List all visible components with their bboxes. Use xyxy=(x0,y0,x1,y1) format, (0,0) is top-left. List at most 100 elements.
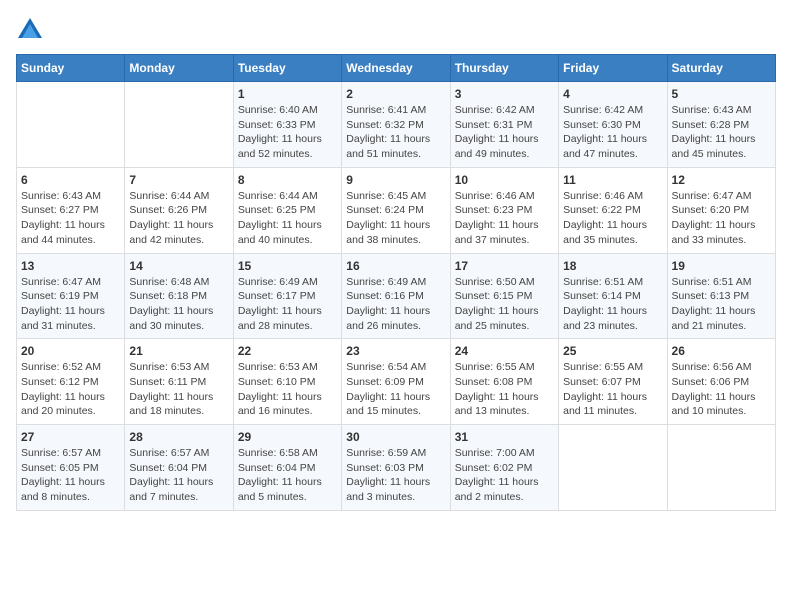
day-number: 19 xyxy=(672,259,771,273)
calendar-cell: 29Sunrise: 6:58 AMSunset: 6:04 PMDayligh… xyxy=(233,425,341,511)
week-row-2: 6 Sunrise: 6:43 AMSunset: 6:27 PMDaylight… xyxy=(17,167,776,253)
calendar-cell: 8 Sunrise: 6:44 AMSunset: 6:25 PMDaylight… xyxy=(233,167,341,253)
day-number: 9 xyxy=(346,173,445,187)
weekday-header-thursday: Thursday xyxy=(450,55,558,82)
weekday-header-row: SundayMondayTuesdayWednesdayThursdayFrid… xyxy=(17,55,776,82)
calendar-cell: 12 Sunrise: 6:47 AMSunset: 6:20 PMDayligh… xyxy=(667,167,775,253)
weekday-header-saturday: Saturday xyxy=(667,55,775,82)
logo-icon xyxy=(16,16,44,44)
calendar-cell: 2 Sunrise: 6:41 AMSunset: 6:32 PMDaylight… xyxy=(342,82,450,168)
day-number: 13 xyxy=(21,259,120,273)
day-number: 31 xyxy=(455,430,554,444)
page-header xyxy=(16,16,776,44)
day-number: 5 xyxy=(672,87,771,101)
calendar-cell: 23 Sunrise: 6:54 AMSunset: 6:09 PMDayligh… xyxy=(342,339,450,425)
calendar-cell: 28Sunrise: 6:57 AMSunset: 6:04 PMDayligh… xyxy=(125,425,233,511)
day-number: 25 xyxy=(563,344,662,358)
day-info: Sunrise: 6:48 AMSunset: 6:18 PMDaylight:… xyxy=(129,275,228,334)
calendar-cell: 22 Sunrise: 6:53 AMSunset: 6:10 PMDayligh… xyxy=(233,339,341,425)
day-info: Sunrise: 6:44 AMSunset: 6:25 PMDaylight:… xyxy=(238,189,337,248)
day-info: Sunrise: 6:55 AMSunset: 6:07 PMDaylight:… xyxy=(563,360,662,419)
day-number: 22 xyxy=(238,344,337,358)
day-info: Sunrise: 6:49 AMSunset: 6:17 PMDaylight:… xyxy=(238,275,337,334)
day-number: 11 xyxy=(563,173,662,187)
day-number: 29 xyxy=(238,430,337,444)
weekday-header-tuesday: Tuesday xyxy=(233,55,341,82)
day-number: 7 xyxy=(129,173,228,187)
calendar-cell xyxy=(667,425,775,511)
day-number: 17 xyxy=(455,259,554,273)
day-info: Sunrise: 6:40 AMSunset: 6:33 PMDaylight:… xyxy=(238,103,337,162)
calendar-cell: 7Sunrise: 6:44 AMSunset: 6:26 PMDaylight… xyxy=(125,167,233,253)
day-number: 10 xyxy=(455,173,554,187)
day-info: Sunrise: 6:54 AMSunset: 6:09 PMDaylight:… xyxy=(346,360,445,419)
day-number: 4 xyxy=(563,87,662,101)
day-number: 24 xyxy=(455,344,554,358)
day-number: 14 xyxy=(129,259,228,273)
calendar-cell: 26 Sunrise: 6:56 AMSunset: 6:06 PMDayligh… xyxy=(667,339,775,425)
day-number: 6 xyxy=(21,173,120,187)
calendar-cell xyxy=(559,425,667,511)
calendar-cell: 1 Sunrise: 6:40 AMSunset: 6:33 PMDaylight… xyxy=(233,82,341,168)
calendar-cell: 4 Sunrise: 6:42 AMSunset: 6:30 PMDaylight… xyxy=(559,82,667,168)
day-info: Sunrise: 6:43 AMSunset: 6:27 PMDaylight:… xyxy=(21,189,120,248)
day-number: 28 xyxy=(129,430,228,444)
calendar-cell: 3 Sunrise: 6:42 AMSunset: 6:31 PMDaylight… xyxy=(450,82,558,168)
calendar-cell: 6 Sunrise: 6:43 AMSunset: 6:27 PMDaylight… xyxy=(17,167,125,253)
day-info: Sunrise: 6:43 AMSunset: 6:28 PMDaylight:… xyxy=(672,103,771,162)
day-info: Sunrise: 6:56 AMSunset: 6:06 PMDaylight:… xyxy=(672,360,771,419)
day-info: Sunrise: 6:42 AMSunset: 6:31 PMDaylight:… xyxy=(455,103,554,162)
day-number: 2 xyxy=(346,87,445,101)
calendar-cell: 24 Sunrise: 6:55 AMSunset: 6:08 PMDayligh… xyxy=(450,339,558,425)
day-info: Sunrise: 6:47 AMSunset: 6:20 PMDaylight:… xyxy=(672,189,771,248)
day-info: Sunrise: 6:45 AMSunset: 6:24 PMDaylight:… xyxy=(346,189,445,248)
day-number: 16 xyxy=(346,259,445,273)
day-info: Sunrise: 6:53 AMSunset: 6:11 PMDaylight:… xyxy=(129,360,228,419)
logo xyxy=(16,16,48,44)
calendar-cell: 10 Sunrise: 6:46 AMSunset: 6:23 PMDayligh… xyxy=(450,167,558,253)
weekday-header-friday: Friday xyxy=(559,55,667,82)
calendar-cell: 19 Sunrise: 6:51 AMSunset: 6:13 PMDayligh… xyxy=(667,253,775,339)
calendar-cell: 25 Sunrise: 6:55 AMSunset: 6:07 PMDayligh… xyxy=(559,339,667,425)
calendar-cell xyxy=(125,82,233,168)
day-info: Sunrise: 6:51 AMSunset: 6:13 PMDaylight:… xyxy=(672,275,771,334)
day-info: Sunrise: 6:53 AMSunset: 6:10 PMDaylight:… xyxy=(238,360,337,419)
day-number: 23 xyxy=(346,344,445,358)
week-row-4: 20 Sunrise: 6:52 AMSunset: 6:12 PMDayligh… xyxy=(17,339,776,425)
day-number: 27 xyxy=(21,430,120,444)
day-number: 18 xyxy=(563,259,662,273)
day-info: Sunrise: 6:46 AMSunset: 6:23 PMDaylight:… xyxy=(455,189,554,248)
week-row-5: 27Sunrise: 6:57 AMSunset: 6:05 PMDayligh… xyxy=(17,425,776,511)
day-number: 30 xyxy=(346,430,445,444)
calendar-cell: 21 Sunrise: 6:53 AMSunset: 6:11 PMDayligh… xyxy=(125,339,233,425)
weekday-header-wednesday: Wednesday xyxy=(342,55,450,82)
calendar-table: SundayMondayTuesdayWednesdayThursdayFrid… xyxy=(16,54,776,511)
calendar-cell xyxy=(17,82,125,168)
day-number: 3 xyxy=(455,87,554,101)
day-info: Sunrise: 6:41 AMSunset: 6:32 PMDaylight:… xyxy=(346,103,445,162)
calendar-cell: 27Sunrise: 6:57 AMSunset: 6:05 PMDayligh… xyxy=(17,425,125,511)
day-number: 15 xyxy=(238,259,337,273)
calendar-cell: 14 Sunrise: 6:48 AMSunset: 6:18 PMDayligh… xyxy=(125,253,233,339)
calendar-cell: 13Sunrise: 6:47 AMSunset: 6:19 PMDayligh… xyxy=(17,253,125,339)
calendar-cell: 20 Sunrise: 6:52 AMSunset: 6:12 PMDayligh… xyxy=(17,339,125,425)
day-number: 1 xyxy=(238,87,337,101)
calendar-cell: 16 Sunrise: 6:49 AMSunset: 6:16 PMDayligh… xyxy=(342,253,450,339)
day-info: Sunrise: 6:46 AMSunset: 6:22 PMDaylight:… xyxy=(563,189,662,248)
day-info: Sunrise: 6:52 AMSunset: 6:12 PMDaylight:… xyxy=(21,360,120,419)
day-number: 12 xyxy=(672,173,771,187)
day-number: 26 xyxy=(672,344,771,358)
day-number: 20 xyxy=(21,344,120,358)
day-info: Sunrise: 6:59 AMSunset: 6:03 PMDaylight:… xyxy=(346,446,445,505)
weekday-header-monday: Monday xyxy=(125,55,233,82)
day-info: Sunrise: 6:42 AMSunset: 6:30 PMDaylight:… xyxy=(563,103,662,162)
day-info: Sunrise: 6:50 AMSunset: 6:15 PMDaylight:… xyxy=(455,275,554,334)
weekday-header-sunday: Sunday xyxy=(17,55,125,82)
day-info: Sunrise: 7:00 AMSunset: 6:02 PMDaylight:… xyxy=(455,446,554,505)
day-number: 21 xyxy=(129,344,228,358)
day-number: 8 xyxy=(238,173,337,187)
day-info: Sunrise: 6:49 AMSunset: 6:16 PMDaylight:… xyxy=(346,275,445,334)
day-info: Sunrise: 6:55 AMSunset: 6:08 PMDaylight:… xyxy=(455,360,554,419)
calendar-cell: 31 Sunrise: 7:00 AMSunset: 6:02 PMDayligh… xyxy=(450,425,558,511)
calendar-cell: 30 Sunrise: 6:59 AMSunset: 6:03 PMDayligh… xyxy=(342,425,450,511)
